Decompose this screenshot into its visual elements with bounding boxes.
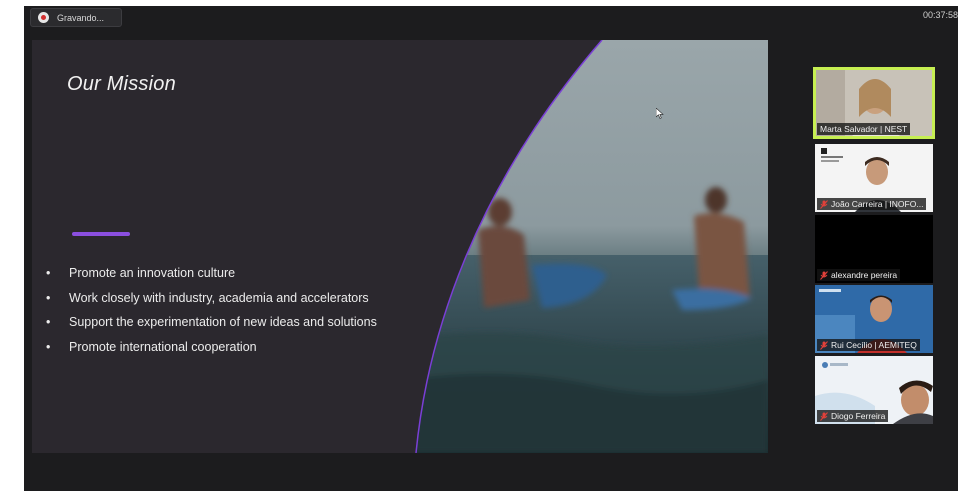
recording-indicator[interactable]: Gravando... — [30, 8, 122, 27]
participant-name-tag: João Carreira | INOFO... — [817, 198, 927, 210]
participant-name-tag: Marta Salvador | NEST — [817, 123, 911, 135]
bullet-item: Support the experimentation of new ideas… — [46, 310, 377, 335]
surfers-photo — [415, 40, 768, 453]
participant-name: Rui Cecílio | AEMITEQ — [831, 340, 917, 350]
mic-muted-icon — [820, 270, 828, 280]
mic-muted-icon — [820, 340, 828, 350]
participant-name-tag: alexandre pereira — [817, 269, 901, 281]
bullet-item: Promote international cooperation — [46, 335, 377, 360]
participant-name: alexandre pereira — [831, 270, 898, 280]
slide-title: Our Mission — [67, 73, 176, 95]
meeting-timer: 00:37:58 — [922, 10, 958, 20]
participant-tile[interactable]: Diogo Ferreira — [815, 356, 933, 424]
accent-bar — [72, 232, 130, 236]
mic-muted-icon — [820, 199, 828, 209]
participant-tile[interactable]: Rui Cecílio | AEMITEQ — [815, 285, 933, 353]
bullet-list: Promote an innovation culture Work close… — [46, 261, 377, 359]
shared-slide: Our Mission Promote an innovation cultur… — [32, 40, 768, 453]
participant-tile[interactable]: Marta Salvador | NEST — [813, 67, 935, 139]
meeting-window: Gravando... 00:37:58 Our Mission • Promo… — [24, 6, 958, 491]
mouse-cursor-icon — [656, 108, 664, 119]
bullet-item: Work closely with industry, academia and… — [46, 286, 377, 311]
participant-name-tag: Diogo Ferreira — [817, 410, 889, 422]
mic-muted-icon — [820, 411, 828, 421]
recording-label: Gravando... — [57, 12, 105, 23]
bullet-item: Promote an innovation culture — [46, 261, 377, 286]
record-icon — [38, 12, 49, 23]
participant-name-tag: Rui Cecílio | AEMITEQ — [817, 339, 920, 351]
participant-tile[interactable]: João Carreira | INOFO... — [815, 144, 933, 212]
participant-name: Diogo Ferreira — [831, 411, 886, 421]
participant-name: João Carreira | INOFO... — [831, 199, 924, 209]
participant-tile[interactable]: alexandre pereira — [815, 215, 933, 283]
participant-name: Marta Salvador | NEST — [820, 124, 908, 134]
